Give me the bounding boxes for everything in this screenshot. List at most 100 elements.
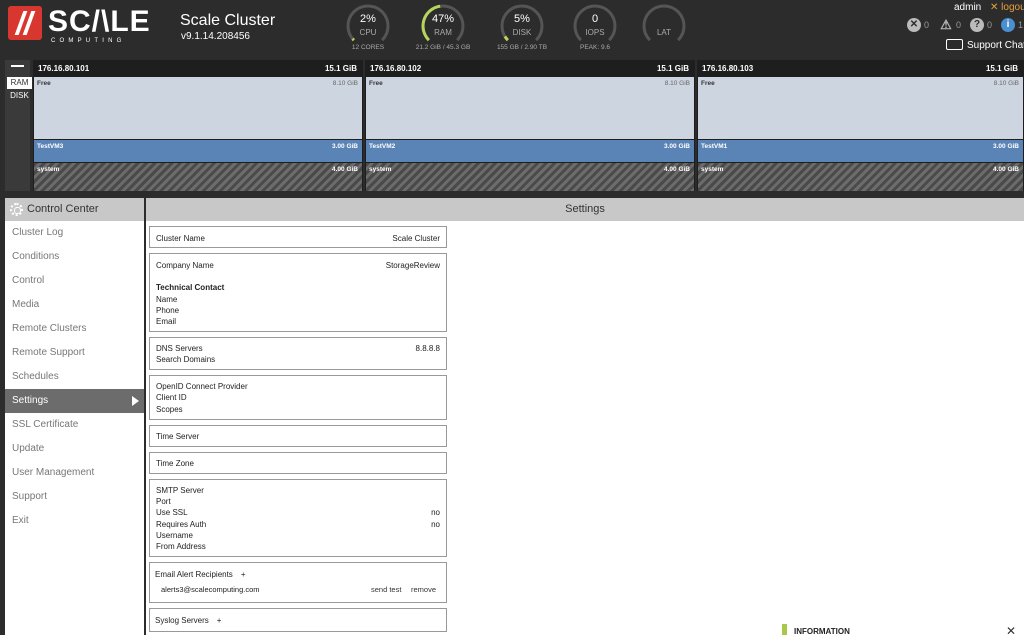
logout-link[interactable]: ✕ logout [990, 2, 1024, 13]
ram-view-tab[interactable]: RAM [7, 77, 32, 89]
close-icon[interactable]: ✕ [1006, 624, 1016, 635]
node-ip: 176.16.80.101 [38, 64, 90, 73]
segment-size: 3.00 GiB [663, 143, 690, 150]
segment-label: system [37, 166, 60, 173]
sidebar-item-ssl-certificate[interactable]: SSL Certificate [5, 413, 144, 437]
sidebar-item-schedules[interactable]: Schedules [5, 365, 144, 389]
logo-wordmark: SC/\LE [48, 5, 151, 38]
disk-view-tab[interactable]: DISK [7, 90, 32, 102]
error-icon[interactable]: ✕ [907, 18, 921, 32]
remove-recipient-link[interactable]: remove [411, 585, 436, 594]
main-header: Settings [146, 198, 1024, 221]
segment-size: 4.00 GiB [331, 166, 358, 173]
setting-value: StorageReview [385, 261, 440, 270]
time-zone-label: Time Zone [156, 459, 194, 468]
setting-row: Cluster Name Scale Cluster [156, 234, 440, 243]
node-card[interactable]: 176.16.80.103 15.1 GiB Free 8.10 GiB Tes… [697, 60, 1024, 191]
chat-icon [946, 39, 963, 50]
dns-setting[interactable]: DNS Servers 8.8.8.8 Search Domains [149, 337, 447, 370]
collapse-icon[interactable] [11, 65, 24, 67]
disk-gauge-ring [500, 4, 544, 42]
node-total: 15.1 GiB [656, 64, 689, 73]
iops-gauge-label: IOPS [585, 28, 605, 37]
info-icon[interactable]: i [1001, 18, 1015, 32]
top-header: SC/\LE COMPUTING Scale Cluster v9.1.14.2… [0, 0, 1024, 57]
add-syslog-button[interactable]: + [217, 616, 222, 625]
error-count: 0 [924, 20, 930, 30]
info-count: 1 [1018, 20, 1024, 30]
sidebar-item-remote-clusters[interactable]: Remote Clusters [5, 317, 144, 341]
setting-row: Use SSL no [156, 508, 440, 517]
iops-gauge-value: 0 [591, 13, 599, 25]
smtp-setting[interactable]: SMTP Server Port Use SSL no Requires Aut… [149, 479, 447, 557]
segment-label: TestVM2 [369, 143, 396, 150]
node-header: 176.16.80.103 15.1 GiB [697, 60, 1024, 76]
sidebar-item-support[interactable]: Support [5, 485, 144, 509]
sidebar-divider [144, 198, 146, 635]
logo-mark-icon [8, 6, 42, 40]
send-test-link[interactable]: send test [371, 585, 401, 594]
username-label: admin [954, 2, 982, 13]
openid-setting[interactable]: OpenID Connect Provider Client ID Scopes [149, 375, 447, 420]
sidebar-item-remote-support[interactable]: Remote Support [5, 341, 144, 365]
help-icon[interactable]: ? [970, 18, 984, 32]
support-chat-button[interactable]: Support Chat [946, 39, 1024, 51]
iops-gauge[interactable]: 0 IOPS [572, 3, 618, 49]
node-ip: 176.16.80.102 [370, 64, 422, 73]
cluster-version: v9.1.14.208456 [181, 31, 250, 42]
setting-value: 8.8.8.8 [415, 344, 440, 353]
cpu-gauge-label: CPU [359, 28, 377, 37]
vm-memory-segment[interactable]: TestVM2 3.00 GiB [366, 140, 694, 162]
active-arrow-icon [132, 396, 139, 406]
segment-label: system [701, 166, 724, 173]
vm-memory-segment[interactable]: TestVM1 3.00 GiB [698, 140, 1023, 162]
smtp-port-label: Port [156, 497, 171, 506]
cluster-name-setting[interactable]: Cluster Name Scale Cluster [149, 226, 447, 248]
setting-row: Requires Auth no [156, 520, 440, 529]
ram-gauge[interactable]: 47% RAM [420, 3, 466, 49]
contact-email-label: Email [156, 317, 177, 326]
sidebar-item-cluster-log[interactable]: Cluster Log [5, 221, 144, 245]
company-setting[interactable]: Company Name StorageReview Technical Con… [149, 253, 447, 332]
segment-label: system [369, 166, 392, 173]
node-total: 15.1 GiB [985, 64, 1018, 73]
sidebar-header: Control Center [5, 198, 144, 221]
scale-computing-logo: SC/\LE COMPUTING [8, 6, 153, 48]
disk-gauge[interactable]: 5% DISK [499, 3, 545, 49]
notification-title: INFORMATION [794, 627, 850, 635]
sidebar-item-conditions[interactable]: Conditions [5, 245, 144, 269]
add-recipient-button[interactable]: + [241, 570, 246, 579]
sidebar-item-settings[interactable]: Settings [5, 389, 144, 413]
contact-phone-label: Phone [156, 306, 180, 315]
latency-gauge[interactable]: LAT [641, 3, 687, 49]
sidebar-item-exit[interactable]: Exit [5, 509, 144, 533]
scopes-label: Scopes [156, 405, 183, 414]
setting-row: Company Name StorageReview [156, 261, 440, 270]
time-server-setting[interactable]: Time Server [149, 425, 447, 447]
warning-icon[interactable]: ⚠ [939, 18, 953, 32]
segment-size: 4.00 GiB [992, 166, 1019, 173]
sidebar-item-update[interactable]: Update [5, 437, 144, 461]
segment-size: 4.00 GiB [663, 166, 690, 173]
node-card[interactable]: 176.16.80.101 15.1 GiB Free 8.10 GiB Tes… [33, 60, 363, 191]
sidebar-item-label: Settings [12, 395, 49, 406]
sidebar-item-control[interactable]: Control [5, 269, 144, 293]
segment-label: TestVM3 [37, 143, 64, 150]
email-alerts-label: Email Alert Recipients [155, 570, 233, 579]
sidebar-item-media[interactable]: Media [5, 293, 144, 317]
syslog-setting: Syslog Servers + [149, 608, 447, 632]
cpu-gauge[interactable]: 2% CPU [345, 3, 391, 49]
requires-auth-label: Requires Auth [156, 520, 207, 529]
node-header: 176.16.80.101 15.1 GiB [33, 60, 363, 76]
segment-label: Free [369, 80, 383, 87]
time-zone-setting[interactable]: Time Zone [149, 452, 447, 474]
node-card[interactable]: 176.16.80.102 15.1 GiB Free 8.10 GiB Tes… [365, 60, 695, 191]
free-memory-segment: Free 8.10 GiB [34, 77, 362, 139]
notification-marker [782, 624, 787, 635]
vm-memory-segment[interactable]: TestVM3 3.00 GiB [34, 140, 362, 162]
sidebar-item-user-management[interactable]: User Management [5, 461, 144, 485]
segment-size: 3.00 GiB [992, 143, 1019, 150]
setting-label: DNS Servers [156, 344, 203, 353]
node-total: 15.1 GiB [324, 64, 357, 73]
recipient-email: alerts3@scalecomputing.com [161, 585, 260, 594]
